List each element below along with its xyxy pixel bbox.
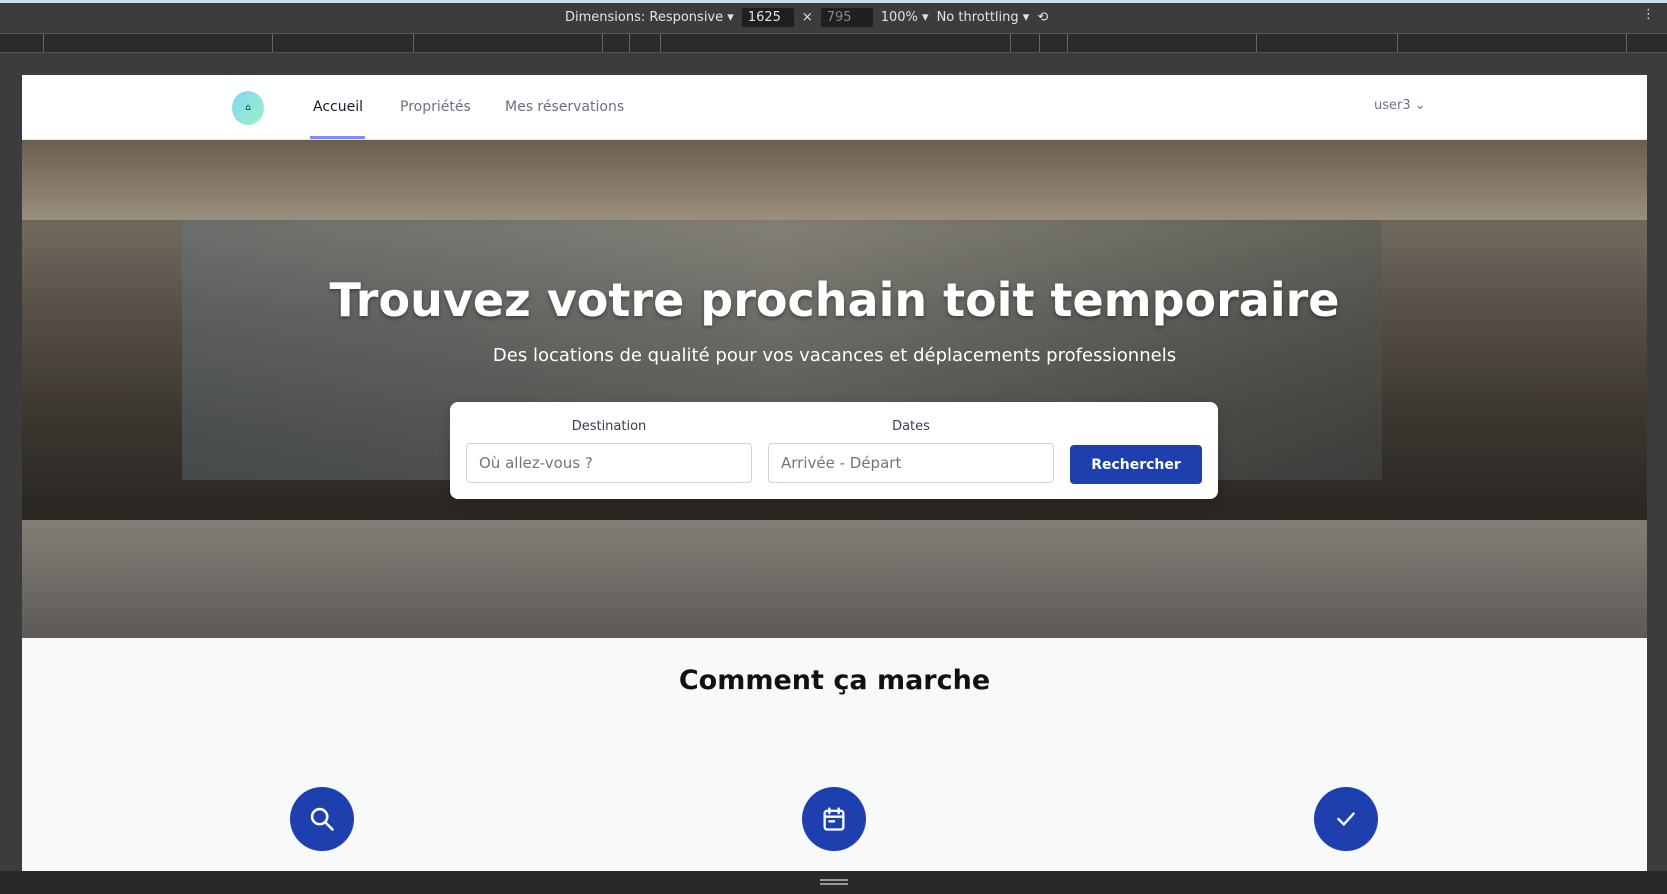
- user-menu[interactable]: user3 ⌄: [1374, 98, 1426, 113]
- dimensions-label: Dimensions: Responsive: [565, 10, 724, 25]
- nav-proprietes[interactable]: Propriétés: [400, 99, 471, 115]
- times-sign: ×: [801, 10, 813, 25]
- dates-label: Dates: [892, 419, 930, 434]
- width-input[interactable]: 1625: [741, 8, 794, 27]
- throttling-label: No throttling: [936, 10, 1019, 25]
- search-icon: [310, 807, 334, 831]
- destination-input[interactable]: [466, 443, 752, 483]
- throttling-dropdown[interactable]: No throttling ▾: [937, 10, 1030, 25]
- calendar-icon: [823, 807, 845, 831]
- chevron-down-icon: ⌄: [1414, 98, 1426, 113]
- hero-section: Trouvez votre prochain toit temporaire D…: [22, 140, 1647, 638]
- active-underline: [310, 136, 365, 139]
- house-icon: ⌂: [245, 103, 251, 113]
- page-viewport: ⌂ Accueil Propriétés Mes réservations us…: [22, 75, 1647, 871]
- media-query-ruler[interactable]: [0, 33, 1667, 53]
- search-card: Destination Dates Rechercher: [450, 402, 1218, 499]
- hero-title: Trouvez votre prochain toit temporaire: [329, 273, 1340, 327]
- more-options-icon[interactable]: ⋮: [1642, 7, 1655, 22]
- step-search: [290, 787, 354, 851]
- nav-mes-reservations[interactable]: Mes réservations: [505, 99, 624, 115]
- dates-input[interactable]: [768, 443, 1054, 483]
- logo[interactable]: ⌂: [232, 91, 264, 125]
- resize-handle-icon[interactable]: [820, 879, 848, 885]
- destination-label: Destination: [571, 419, 647, 434]
- step-calendar: [802, 787, 866, 851]
- navbar: ⌂ Accueil Propriétés Mes réservations us…: [22, 75, 1647, 140]
- zoom-dropdown[interactable]: 100% ▾: [881, 10, 929, 25]
- devtools-toolbar: Dimensions: Responsive ▾ 1625 × 795 100%…: [0, 0, 1667, 33]
- check-icon: [1337, 812, 1355, 827]
- devtools-resize-bar[interactable]: [0, 871, 1667, 894]
- zoom-label: 100%: [880, 10, 918, 25]
- step-confirm: [1314, 787, 1378, 851]
- height-input[interactable]: 795: [820, 8, 873, 27]
- hero-overlay: [22, 140, 1647, 638]
- rotate-icon[interactable]: ⟲: [1037, 10, 1048, 25]
- search-button[interactable]: Rechercher: [1070, 445, 1202, 484]
- viewport-margin: [0, 53, 1667, 75]
- how-it-works-title: Comment ça marche: [678, 665, 991, 696]
- username: user3: [1374, 98, 1411, 113]
- nav-accueil[interactable]: Accueil: [313, 99, 363, 115]
- dimensions-dropdown[interactable]: Dimensions: Responsive ▾: [565, 10, 734, 25]
- hero-subtitle: Des locations de qualité pour vos vacanc…: [492, 345, 1177, 366]
